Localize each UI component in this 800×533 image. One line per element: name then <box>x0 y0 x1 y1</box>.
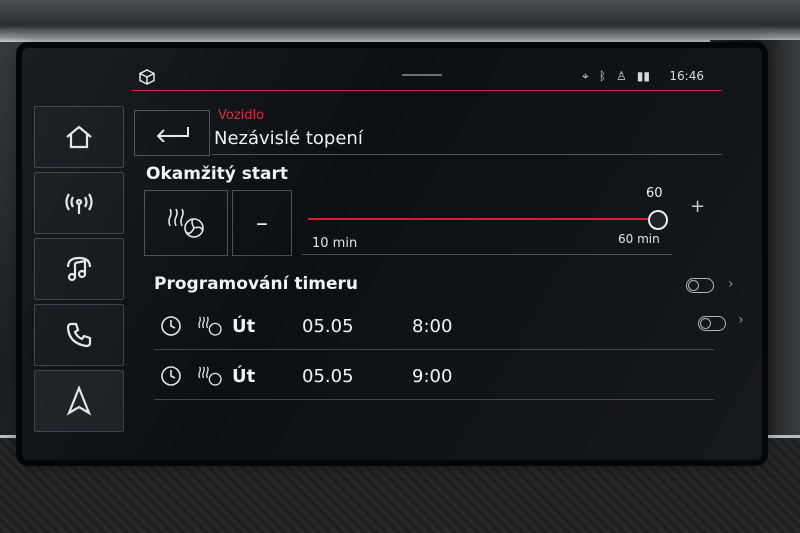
timer-time: 9:00 <box>412 365 453 387</box>
timer-toggle[interactable] <box>686 278 714 293</box>
timer-section-title: Programování timeru <box>154 274 359 294</box>
radio-antenna-icon <box>65 193 93 214</box>
sidebar-item-navigation[interactable] <box>34 370 124 432</box>
navigation-arrow-icon <box>66 386 92 416</box>
slider-value: 60 <box>646 186 663 201</box>
timer-time: 8:00 <box>412 315 453 337</box>
decrease-button[interactable]: – <box>232 190 292 256</box>
divider <box>212 154 722 155</box>
breadcrumb[interactable]: Vozidlo <box>218 108 264 123</box>
slider-knob[interactable] <box>648 210 668 230</box>
timer-day: Út <box>232 365 256 387</box>
drag-handle[interactable] <box>402 74 442 76</box>
slider-min-label: 10 min <box>312 236 358 251</box>
sidebar-item-home[interactable] <box>34 106 124 168</box>
back-arrow-icon <box>156 127 189 142</box>
infotainment-screen: ⌖ ᛒ ♙ ▮▮ 16:46 Vozidlo Nezávislé topení … <box>22 48 762 460</box>
sidebar <box>34 106 124 446</box>
status-bar: ⌖ ᛒ ♙ ▮▮ 16:46 <box>132 66 722 91</box>
heater-icon <box>168 208 204 238</box>
timer-row-2[interactable]: Út 05.05 9:00 <box>154 353 714 400</box>
sidebar-item-phone[interactable] <box>34 304 124 366</box>
dashboard-trim-top <box>0 0 800 42</box>
timer-day: Út <box>232 315 256 337</box>
package-icon <box>139 69 155 85</box>
timer-1-clock-icon <box>161 316 181 336</box>
bluetooth-icon: ᛒ <box>598 69 607 83</box>
slider-max-label: 60 min <box>618 232 660 246</box>
back-button[interactable] <box>134 110 210 156</box>
phone-icon <box>66 322 92 348</box>
slider-track[interactable] <box>308 218 658 220</box>
heater-mode-button[interactable] <box>144 190 228 256</box>
increase-button[interactable]: + <box>690 196 705 217</box>
timer-2-clock-icon <box>161 366 181 386</box>
status-icons: ⌖ ᛒ ♙ ▮▮ <box>582 69 650 84</box>
divider <box>302 254 672 255</box>
music-icon <box>66 256 92 282</box>
duration-slider[interactable]: 60 10 min 60 min <box>298 178 678 258</box>
sidebar-item-media[interactable] <box>34 238 124 300</box>
location-icon: ⌖ <box>582 69 589 83</box>
page-title: Nezávislé topení <box>214 128 363 149</box>
chevron-right-icon[interactable]: › <box>728 276 734 292</box>
timer-date: 05.05 <box>302 315 354 337</box>
heater-icon <box>198 366 222 386</box>
signal-icon: ▮▮ <box>636 69 650 83</box>
home-icon <box>66 125 92 149</box>
clock-time: 16:46 <box>669 69 704 83</box>
timer-row-1[interactable]: Út 05.05 8:00 <box>154 303 714 350</box>
user-icon: ♙ <box>616 69 627 83</box>
instant-start-title: Okamžitý start <box>146 164 289 184</box>
heater-icon <box>198 316 222 336</box>
timer-1-toggle[interactable] <box>698 316 726 331</box>
sidebar-item-radio[interactable] <box>34 172 124 234</box>
chevron-right-icon[interactable]: › <box>738 312 744 328</box>
timer-date: 05.05 <box>302 365 354 387</box>
